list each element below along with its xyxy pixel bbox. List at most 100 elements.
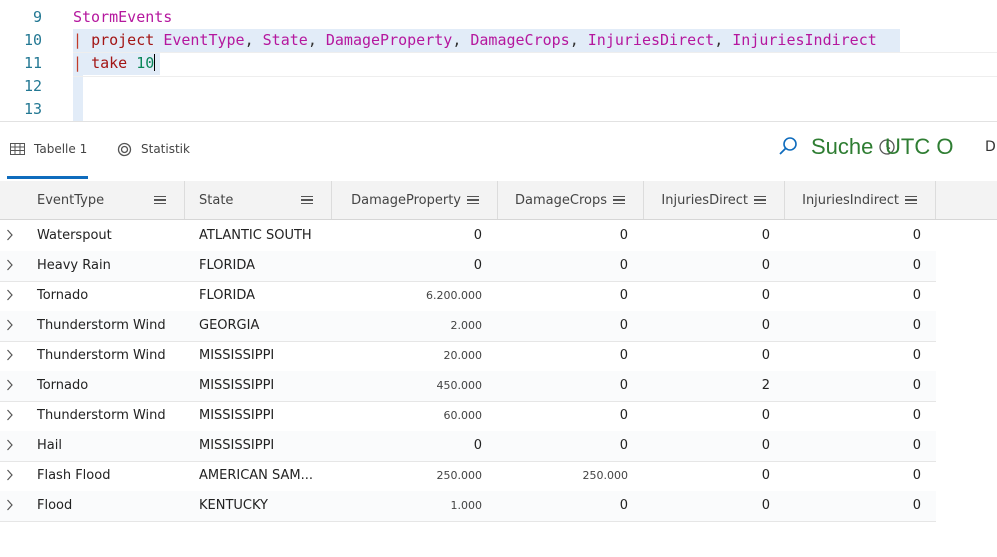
column-header-injuriesdirect[interactable]: InjuriesDirect: [644, 181, 785, 219]
tab-table-1[interactable]: Tabelle 1: [7, 122, 88, 179]
table-cell[interactable]: FLORIDA: [199, 251, 329, 281]
search-label[interactable]: Suche: [811, 134, 873, 160]
expand-row-icon[interactable]: [6, 319, 14, 335]
column-menu-icon[interactable]: [905, 195, 917, 205]
table-cell[interactable]: 20.000: [332, 341, 483, 371]
table-row[interactable]: Hail MISSISSIPPI 0 0 0 0: [0, 431, 936, 462]
table-cell[interactable]: KENTUCKY: [199, 491, 329, 521]
query-editor[interactable]: 9 StormEvents 10 | project EventType, St…: [0, 0, 997, 121]
table-cell[interactable]: MISSISSIPPI: [199, 431, 329, 461]
expand-row-icon[interactable]: [6, 229, 14, 245]
column-menu-icon[interactable]: [467, 195, 479, 205]
table-row[interactable]: Thunderstorm Wind MISSISSIPPI 60.000 0 0 0: [0, 401, 936, 432]
table-row[interactable]: Tornado MISSISSIPPI 450.000 0 2 0: [0, 371, 936, 402]
column-header-injuriesindirect[interactable]: InjuriesIndirect: [785, 181, 936, 219]
table-cell[interactable]: 0: [644, 251, 770, 281]
table-cell[interactable]: 0: [498, 491, 628, 521]
table-cell[interactable]: 0: [332, 251, 482, 281]
tab-statistik[interactable]: Statistik: [117, 122, 197, 176]
table-cell[interactable]: 0: [644, 491, 770, 521]
table-cell[interactable]: 0: [498, 221, 628, 251]
table-cell[interactable]: 450.000: [332, 371, 483, 401]
table-row[interactable]: Tornado FLORIDA 6.200.000 0 0 0: [0, 281, 936, 312]
table-cell[interactable]: 0: [644, 401, 770, 431]
table-cell[interactable]: 0: [644, 341, 770, 371]
utc-label[interactable]: UTC O: [885, 134, 953, 160]
table-cell[interactable]: Flash Flood: [37, 461, 182, 491]
column-header-eventtype[interactable]: EventType: [25, 181, 185, 219]
table-cell[interactable]: 6.200.000: [332, 281, 482, 311]
table-cell[interactable]: MISSISSIPPI: [199, 371, 329, 401]
table-cell[interactable]: 0: [785, 431, 921, 461]
table-cell[interactable]: Tornado: [37, 281, 182, 311]
table-cell[interactable]: 0: [644, 431, 770, 461]
expand-row-icon[interactable]: [6, 409, 14, 425]
table-cell[interactable]: 2.000: [332, 311, 483, 341]
table-cell[interactable]: 0: [785, 341, 921, 371]
search-icon[interactable]: [778, 136, 798, 160]
table-cell[interactable]: FLORIDA: [199, 281, 329, 311]
table-cell[interactable]: Thunderstorm Wind: [37, 311, 182, 341]
table-cell[interactable]: Hail: [37, 431, 182, 461]
table-cell[interactable]: 0: [498, 311, 628, 341]
expand-row-icon[interactable]: [6, 469, 14, 485]
table-cell[interactable]: Thunderstorm Wind: [37, 401, 182, 431]
table-cell[interactable]: GEORGIA: [199, 311, 329, 341]
table-cell[interactable]: 0: [498, 401, 628, 431]
table-row[interactable]: Thunderstorm Wind MISSISSIPPI 20.000 0 0 0: [0, 341, 936, 372]
expand-row-icon[interactable]: [6, 349, 14, 365]
code-line[interactable]: StormEvents: [73, 6, 172, 29]
column-header-damagecrops[interactable]: DamageCrops: [498, 181, 644, 219]
table-row[interactable]: Flash Flood AMERICAN SAM... 250.000 250.000…: [0, 461, 936, 492]
table-cell[interactable]: 0: [498, 371, 628, 401]
expand-row-icon[interactable]: [6, 499, 14, 515]
table-cell[interactable]: 0: [644, 461, 770, 491]
table-cell[interactable]: 0: [498, 251, 628, 281]
expand-row-icon[interactable]: [6, 439, 14, 455]
table-cell[interactable]: 250.000: [332, 461, 483, 491]
table-cell[interactable]: MISSISSIPPI: [199, 341, 329, 371]
table-cell[interactable]: 0: [785, 401, 921, 431]
table-cell[interactable]: 0: [498, 281, 628, 311]
table-cell[interactable]: 0: [785, 251, 921, 281]
table-cell[interactable]: 0: [644, 221, 770, 251]
expand-row-icon[interactable]: [6, 259, 14, 275]
table-cell[interactable]: Flood: [37, 491, 182, 521]
table-cell[interactable]: Thunderstorm Wind: [37, 341, 182, 371]
table-cell[interactable]: 1.000: [332, 491, 483, 521]
column-header-damageproperty[interactable]: DamageProperty: [332, 181, 498, 219]
table-cell[interactable]: Heavy Rain: [37, 251, 182, 281]
table-row[interactable]: Heavy Rain FLORIDA 0 0 0 0: [0, 251, 936, 282]
table-cell[interactable]: 0: [332, 221, 482, 251]
code-line[interactable]: | take 10: [73, 52, 156, 75]
column-menu-icon[interactable]: [613, 195, 625, 205]
column-menu-icon[interactable]: [154, 195, 166, 205]
table-cell[interactable]: 0: [498, 341, 628, 371]
table-cell[interactable]: 0: [644, 281, 770, 311]
table-cell[interactable]: 0: [332, 431, 482, 461]
table-cell[interactable]: 60.000: [332, 401, 483, 431]
table-cell[interactable]: 0: [498, 431, 628, 461]
code-line[interactable]: | project EventType, State, DamageProper…: [73, 29, 877, 52]
table-row[interactable]: Thunderstorm Wind GEORGIA 2.000 0 0 0: [0, 311, 936, 342]
table-cell[interactable]: 0: [785, 221, 921, 251]
table-cell[interactable]: 0: [644, 311, 770, 341]
column-menu-icon[interactable]: [754, 195, 766, 205]
table-cell[interactable]: Waterspout: [37, 221, 182, 251]
table-cell[interactable]: 2: [644, 371, 770, 401]
table-row[interactable]: Flood KENTUCKY 1.000 0 0 0: [0, 491, 936, 522]
table-cell[interactable]: Tornado: [37, 371, 182, 401]
expand-row-icon[interactable]: [6, 379, 14, 395]
table-cell[interactable]: MISSISSIPPI: [199, 401, 329, 431]
table-cell[interactable]: AMERICAN SAM...: [199, 461, 329, 491]
table-cell[interactable]: 0: [785, 311, 921, 341]
truncated-label[interactable]: D: [985, 139, 996, 155]
column-header-state[interactable]: State: [185, 181, 332, 219]
table-cell[interactable]: 0: [785, 491, 921, 521]
table-cell[interactable]: 0: [785, 371, 921, 401]
table-row[interactable]: Waterspout ATLANTIC SOUTH 0 0 0 0: [0, 221, 936, 252]
table-cell[interactable]: 250.000: [498, 461, 629, 491]
column-menu-icon[interactable]: [301, 195, 313, 205]
table-cell[interactable]: ATLANTIC SOUTH: [199, 221, 329, 251]
table-cell[interactable]: 0: [785, 461, 921, 491]
